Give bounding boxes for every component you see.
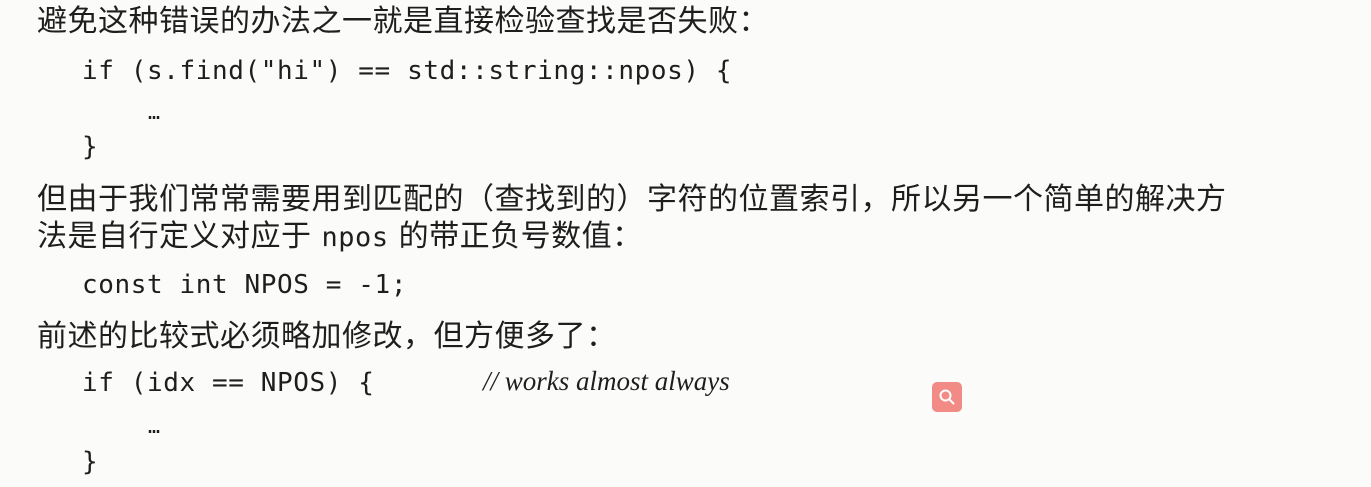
inline-code-npos: npos [321,222,389,253]
paragraph-line-2: 法是自行定义对应于 npos 的带正负号数值： [37,220,643,255]
code-close-brace-1: } [82,132,99,162]
search-button[interactable] [932,382,962,412]
paragraph-line-2-post: 的带正负号数值： [388,219,643,254]
code-const-npos: const int NPOS = -1; [82,270,408,300]
intro-line: 避免这种错误的办法之一就是直接检验查找是否失败： [37,4,769,39]
document-page: 避免这种错误的办法之一就是直接检验查找是否失败： if (s.find("hi"… [0,0,1371,487]
code-if-idx-line: if (idx == NPOS) { [82,368,375,398]
search-icon [938,388,956,406]
code-if-find-line: if (s.find("hi") == std::string::npos) { [82,56,733,86]
code-comment: // works almost always [483,366,730,396]
code-ellipsis-2: … [148,414,161,438]
paragraph-line-2-pre: 法是自行定义对应于 [37,219,322,254]
code-close-brace-2: } [82,447,99,477]
paragraph-line-1: 但由于我们常常需要用到匹配的（查找到的）字符的位置索引，所以另一个简单的解决方 [37,182,1227,217]
code-ellipsis-1: … [148,100,161,124]
comparison-note-line: 前述的比较式必须略加修改，但方便多了： [37,319,617,354]
